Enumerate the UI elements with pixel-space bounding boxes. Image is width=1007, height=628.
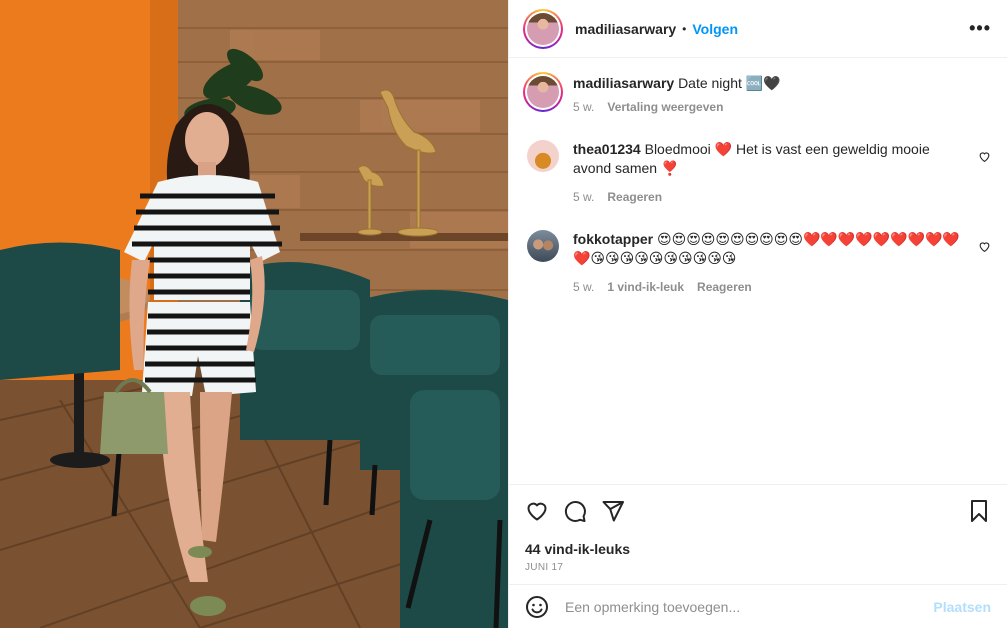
comment-item: fokkotapper 😍😍😍😍😍😍😍😍😍😍❤️❤️❤️❤️❤️❤️❤️❤️❤️… xyxy=(523,230,991,294)
like-comment-icon[interactable] xyxy=(978,150,991,163)
add-comment-bar: Plaatsen xyxy=(509,584,1007,628)
comment-item: thea01234 Bloedmooi ❤️ Het is vast een g… xyxy=(523,140,991,204)
comment-username[interactable]: thea01234 xyxy=(573,141,641,157)
post-date[interactable]: JUNI 17 xyxy=(525,562,991,573)
reply-button[interactable]: Reageren xyxy=(607,190,662,204)
comment-icon[interactable] xyxy=(563,499,587,523)
more-options-icon[interactable]: ••• xyxy=(969,18,991,39)
caption-avatar xyxy=(527,76,559,108)
post-header: madiliasarwary • Volgen ••• xyxy=(509,0,1007,58)
comment-avatar[interactable] xyxy=(527,140,559,172)
share-icon[interactable] xyxy=(601,499,625,523)
emoji-icon[interactable] xyxy=(525,595,549,619)
reply-button[interactable]: Reageren xyxy=(697,280,752,294)
comment-likes[interactable]: 1 vind-ik-leuk xyxy=(607,280,684,294)
instagram-post-modal: madiliasarwary • Volgen ••• madiliasarwa… xyxy=(0,0,1007,628)
caption-story-ring[interactable] xyxy=(523,72,563,112)
follow-button[interactable]: Volgen xyxy=(692,21,738,37)
comments-section: madiliasarwary Date night 🆒🖤 5 w. Vertal… xyxy=(509,58,1007,484)
comment-time[interactable]: 5 w. xyxy=(573,190,594,204)
username-link[interactable]: madiliasarwary xyxy=(575,21,676,37)
caption-time[interactable]: 5 w. xyxy=(573,100,594,114)
like-comment-icon[interactable] xyxy=(978,240,991,253)
post-photo[interactable] xyxy=(0,0,508,628)
like-icon[interactable] xyxy=(525,499,549,523)
save-icon[interactable] xyxy=(967,499,991,523)
likes-count[interactable]: 44 vind-ik-leuks xyxy=(525,541,991,557)
comment-username[interactable]: fokkotapper xyxy=(573,231,653,247)
separator-dot: • xyxy=(682,21,687,36)
avatar xyxy=(527,12,559,45)
caption: madiliasarwary Date night 🆒🖤 5 w. Vertal… xyxy=(523,72,991,114)
caption-text: Date night 🆒🖤 xyxy=(678,75,781,91)
comment-avatar[interactable] xyxy=(527,230,559,262)
story-ring[interactable] xyxy=(523,8,563,49)
post-side-panel: madiliasarwary • Volgen ••• madiliasarwa… xyxy=(508,0,1007,628)
caption-username[interactable]: madiliasarwary xyxy=(573,75,674,91)
comment-time[interactable]: 5 w. xyxy=(573,280,594,294)
translate-button[interactable]: Vertaling weergeven xyxy=(607,100,723,114)
comment-input[interactable] xyxy=(565,598,934,615)
post-comment-button[interactable]: Plaatsen xyxy=(933,599,991,615)
action-bar: 44 vind-ik-leuks JUNI 17 xyxy=(509,484,1007,584)
post-image xyxy=(0,0,508,628)
